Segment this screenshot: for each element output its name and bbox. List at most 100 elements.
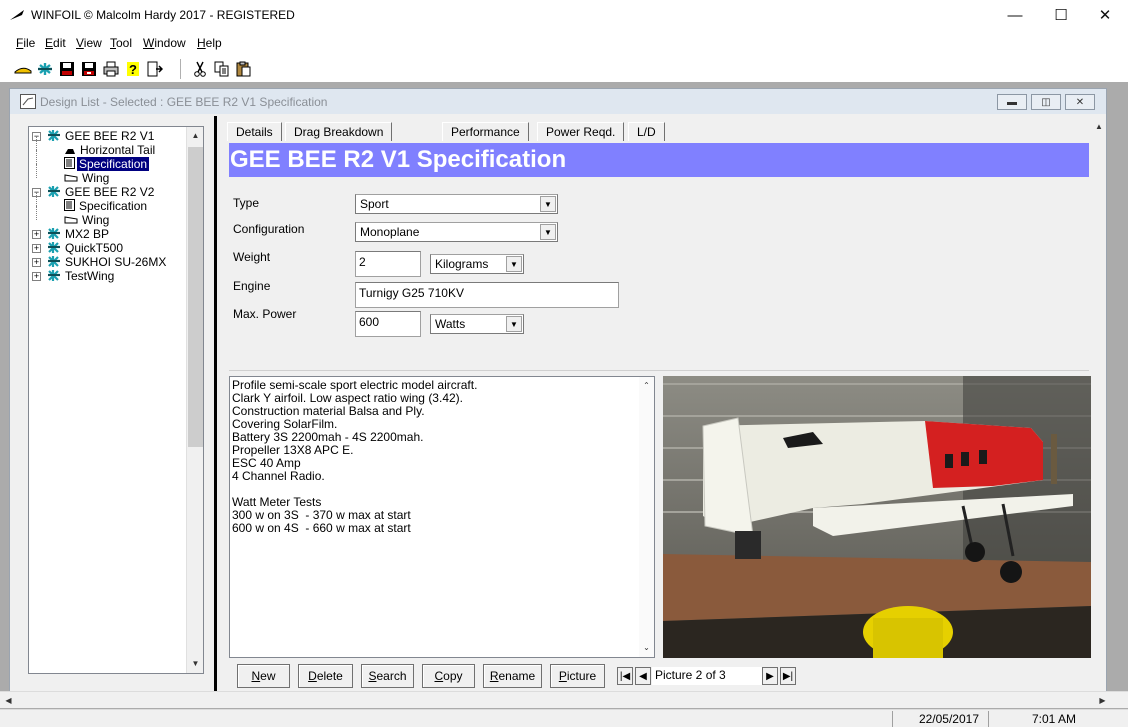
paste-icon[interactable] xyxy=(234,59,254,79)
copy-icon[interactable] xyxy=(212,59,232,79)
status-time: 7:01 AM xyxy=(988,711,1084,727)
next-picture-icon[interactable]: ▶ xyxy=(762,667,778,685)
scroll-thumb[interactable] xyxy=(188,147,203,447)
scroll-right-icon[interactable]: ▶ xyxy=(1094,692,1111,709)
close-button[interactable]: ✕ xyxy=(1082,0,1128,30)
first-picture-icon[interactable]: |◀ xyxy=(617,667,633,685)
chevron-down-icon[interactable]: ▼ xyxy=(506,256,522,272)
child-restore-button[interactable]: ◫ xyxy=(1031,94,1061,110)
copy-button[interactable]: Copy xyxy=(422,664,475,688)
notes-scrollbar[interactable]: ⌃ ⌄ xyxy=(639,377,654,657)
tree-node[interactable]: Specification xyxy=(64,157,150,171)
rename-button[interactable]: Rename xyxy=(483,664,542,688)
power-unit-select[interactable]: Watts ▼ xyxy=(430,314,524,334)
scroll-down-icon[interactable]: ⌄ xyxy=(639,639,654,656)
max-power-label: Max. Power xyxy=(233,307,297,321)
form-scrollbar[interactable]: ▲ xyxy=(1092,118,1106,690)
app-icon xyxy=(9,8,25,22)
tree-node[interactable]: MX2 BP xyxy=(47,227,111,241)
status-date: 22/05/2017 xyxy=(892,711,987,727)
wing-icon[interactable] xyxy=(13,59,33,79)
menu-edit[interactable]: Edit xyxy=(45,36,66,50)
delete-button[interactable]: Delete xyxy=(298,664,353,688)
tree-node-label: MX2 BP xyxy=(65,227,110,242)
expand-icon[interactable]: + xyxy=(32,258,41,267)
menu-tool[interactable]: Tool xyxy=(110,36,132,50)
menu-file[interactable]: File xyxy=(16,36,35,50)
maximize-button[interactable]: ☐ xyxy=(1038,0,1084,30)
child-minimize-button[interactable]: ▬ xyxy=(997,94,1027,110)
minimize-button[interactable]: — xyxy=(992,0,1038,30)
page-title: GEE BEE R2 V1 Specification xyxy=(229,143,1089,177)
tree-node-label: GEE BEE R2 V1 xyxy=(65,129,155,144)
expand-icon[interactable]: + xyxy=(32,244,41,253)
tree-node-label: TestWing xyxy=(65,269,115,284)
scroll-left-icon[interactable]: ◀ xyxy=(0,692,17,709)
tree-node[interactable]: Specification xyxy=(64,199,149,213)
scroll-up-icon[interactable]: ▲ xyxy=(187,127,204,144)
engine-label: Engine xyxy=(233,279,271,293)
tree-node[interactable]: GEE BEE R2 V1 xyxy=(47,129,156,143)
search-button[interactable]: Search xyxy=(361,664,414,688)
engine-field[interactable]: Turnigy G25 710KV xyxy=(355,282,619,308)
last-picture-icon[interactable]: ▶| xyxy=(780,667,796,685)
menu-window[interactable]: Window xyxy=(143,36,186,50)
menu-view[interactable]: View xyxy=(76,36,102,50)
weight-value: 2 xyxy=(359,255,366,269)
chevron-down-icon[interactable]: ▼ xyxy=(540,224,556,240)
tab-drag-breakdown[interactable]: Drag Breakdown xyxy=(285,122,393,141)
tree-node[interactable]: QuickT500 xyxy=(47,241,125,255)
tab-details[interactable]: Details xyxy=(227,122,282,141)
export-icon[interactable] xyxy=(145,59,165,79)
help-icon[interactable]: ? xyxy=(123,59,143,79)
expand-icon[interactable]: + xyxy=(32,272,41,281)
chevron-down-icon[interactable]: ▼ xyxy=(540,196,556,212)
tree-line xyxy=(36,164,37,178)
title-bar: WINFOIL © Malcolm Hardy 2017 - REGISTERE… xyxy=(0,0,1128,30)
picture-counter: Picture 2 of 3 xyxy=(652,667,762,685)
tree-node[interactable]: SUKHOI SU-26MX xyxy=(47,255,168,269)
tab-power-reqd[interactable]: Power Reqd. xyxy=(537,122,625,141)
tree-node[interactable]: Horizontal Tail xyxy=(64,143,157,157)
tree-node-label: Specification xyxy=(77,157,150,171)
weight-field[interactable]: 2 xyxy=(355,251,421,277)
tree-node[interactable]: Wing xyxy=(64,171,111,185)
type-label: Type xyxy=(233,196,260,210)
wing-icon xyxy=(64,172,78,186)
tree-node[interactable]: TestWing xyxy=(47,269,116,283)
pane-splitter[interactable] xyxy=(214,116,217,692)
aircraft-photo xyxy=(663,376,1091,658)
scroll-up-icon[interactable]: ⌃ xyxy=(639,377,654,394)
menu-help[interactable]: Help xyxy=(197,36,222,50)
max-power-field[interactable]: 600 xyxy=(355,311,421,337)
aircraft-image xyxy=(663,376,1091,658)
expand-icon[interactable]: + xyxy=(32,230,41,239)
tree-node[interactable]: Wing xyxy=(64,213,111,227)
window-title: WINFOIL © Malcolm Hardy 2017 - REGISTERE… xyxy=(31,8,295,22)
previous-picture-icon[interactable]: ◀ xyxy=(635,667,651,685)
wing-icon xyxy=(64,214,78,228)
weight-label: Weight xyxy=(233,250,271,264)
type-select[interactable]: Sport ▼ xyxy=(355,194,558,214)
scroll-up-icon[interactable]: ▲ xyxy=(1092,118,1106,135)
toolbar-separator xyxy=(180,59,181,79)
tab-ld[interactable]: L/D xyxy=(628,122,665,141)
new-button[interactable]: New xyxy=(237,664,290,688)
aircraft-icon[interactable] xyxy=(35,59,55,79)
print-icon[interactable] xyxy=(101,59,121,79)
tree-scrollbar[interactable]: ▲ ▼ xyxy=(186,127,203,673)
chevron-down-icon[interactable]: ▼ xyxy=(506,316,522,332)
weight-unit-select[interactable]: Kilograms ▼ xyxy=(430,254,524,274)
child-close-button[interactable]: ✕ xyxy=(1065,94,1095,110)
tree-node[interactable]: GEE BEE R2 V2 xyxy=(47,185,156,199)
scroll-down-icon[interactable]: ▼ xyxy=(187,655,204,672)
save-icon[interactable] xyxy=(57,59,77,79)
tab-performance[interactable]: Performance xyxy=(442,122,529,141)
configuration-select[interactable]: Monoplane ▼ xyxy=(355,222,558,242)
cut-icon[interactable] xyxy=(190,59,210,79)
weight-unit-value: Kilograms xyxy=(435,257,489,271)
picture-button[interactable]: Picture xyxy=(550,664,605,688)
aircraft-icon xyxy=(47,129,61,145)
horizontal-scrollbar[interactable]: ◀ ▶ xyxy=(0,691,1128,708)
save-as-icon[interactable] xyxy=(79,59,99,79)
